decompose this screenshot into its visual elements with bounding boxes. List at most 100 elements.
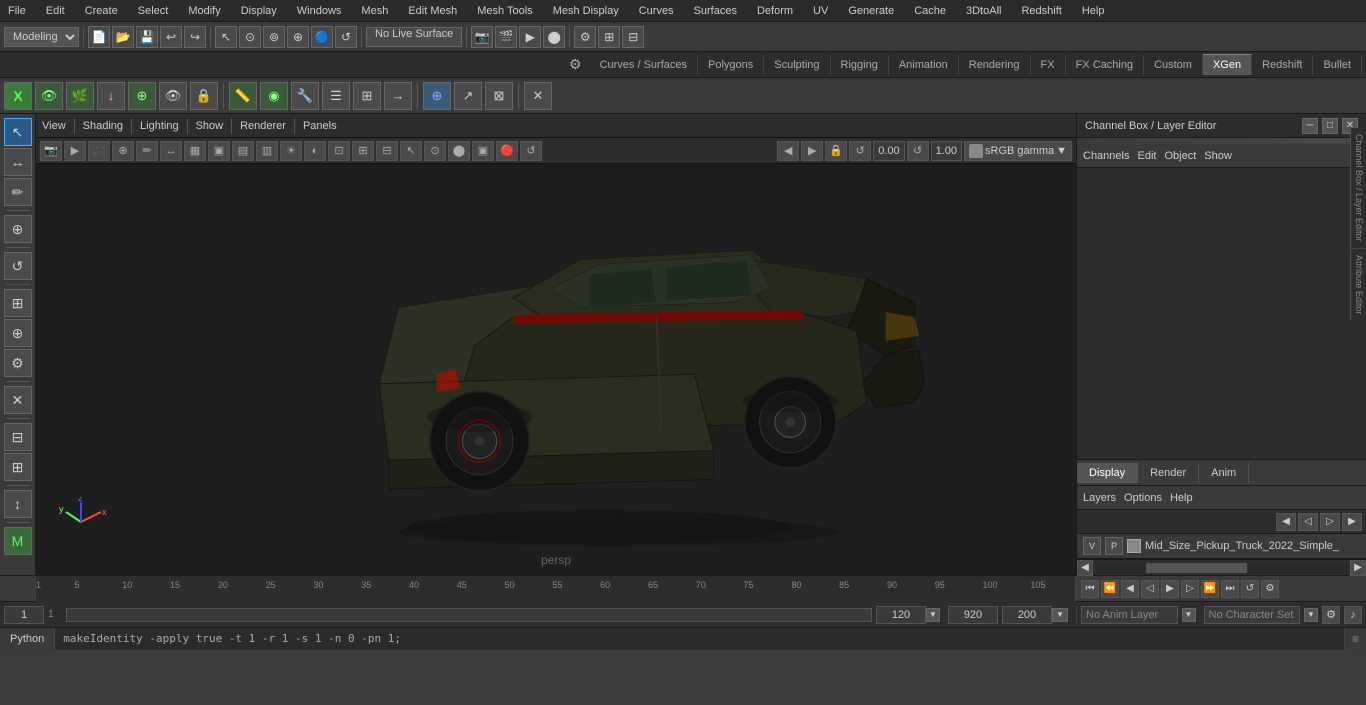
menu-cache[interactable]: Cache: [910, 3, 950, 19]
menu-file[interactable]: File: [4, 3, 30, 19]
dt-render-tab[interactable]: Render: [1138, 463, 1199, 483]
snap-btn[interactable]: ⊕: [287, 26, 309, 48]
viewport-menu-shading[interactable]: Shading: [83, 120, 123, 132]
tab-gear-icon[interactable]: ⚙: [561, 52, 590, 77]
viewport-menu-panels[interactable]: Panels: [303, 120, 337, 132]
workspace-select[interactable]: Modeling: [4, 27, 79, 47]
xgen-close-btn[interactable]: ✕: [524, 82, 552, 110]
bb-settings-btn[interactable]: ⚙: [1322, 606, 1340, 624]
tab-xgen[interactable]: XGen: [1203, 54, 1252, 75]
xgen-export-btn[interactable]: ↗: [454, 82, 482, 110]
arrow-btn[interactable]: ↕: [4, 490, 32, 518]
dt-anim-tab[interactable]: Anim: [1199, 463, 1249, 483]
layers-menu-help[interactable]: Help: [1170, 492, 1193, 504]
xgen-grid-btn[interactable]: ⊞: [353, 82, 381, 110]
vp-next-btn[interactable]: ▶: [801, 141, 823, 161]
grid2-btn[interactable]: ⊟: [4, 423, 32, 451]
select-tool-btn[interactable]: ↖: [215, 26, 237, 48]
tl-next-frame-btn[interactable]: ▷: [1181, 580, 1199, 598]
vp-cycle-btn[interactable]: ↺: [849, 141, 871, 161]
vp-video-btn[interactable]: ▶: [64, 141, 86, 161]
menu-mesh[interactable]: Mesh: [357, 3, 392, 19]
vp-select-btn[interactable]: ↖: [400, 141, 422, 161]
xgen-expand-btn[interactable]: ⊠: [485, 82, 513, 110]
xgen-plus-btn[interactable]: ⊕: [128, 82, 156, 110]
xgen-arrow-down-btn[interactable]: ↓: [97, 82, 125, 110]
timeline-range-end-input[interactable]: [1002, 606, 1052, 624]
select-tool-btn[interactable]: ↖: [4, 118, 32, 146]
vp-color-profile[interactable]: sRGB gamma ▼: [964, 141, 1072, 161]
tab-sculpting[interactable]: Sculpting: [764, 55, 830, 75]
tl-prev-key-btn[interactable]: ⏪: [1101, 580, 1119, 598]
paint-tool-btn[interactable]: ✏: [4, 178, 32, 206]
timeline-range-expand-btn[interactable]: ▼: [1052, 608, 1068, 622]
vp-anim-btn[interactable]: 🔴: [496, 141, 518, 161]
timeline-end2-input[interactable]: [948, 606, 998, 624]
tl-skip-end-btn[interactable]: ⏭: [1221, 580, 1239, 598]
menu-modify[interactable]: Modify: [184, 3, 224, 19]
render-btn[interactable]: 📷: [471, 26, 493, 48]
tab-rigging[interactable]: Rigging: [831, 55, 889, 75]
layout2-btn[interactable]: ⊟: [622, 26, 644, 48]
xgen-list-btn[interactable]: ☰: [322, 82, 350, 110]
live-surface-btn[interactable]: No Live Surface: [366, 27, 462, 47]
move-tool-btn[interactable]: ↔: [4, 148, 32, 176]
rp-maximize-btn[interactable]: □: [1322, 118, 1338, 134]
tl-loop-btn[interactable]: ↺: [1241, 580, 1259, 598]
layout-btn[interactable]: ⊞: [598, 26, 620, 48]
vp-xray-btn[interactable]: ⊡: [328, 141, 350, 161]
viewport-menu-view[interactable]: View: [42, 120, 66, 132]
plus2-btn[interactable]: ⊞: [4, 453, 32, 481]
layers-menu-options[interactable]: Options: [1124, 492, 1162, 504]
vp-shadow-btn[interactable]: ◐: [304, 141, 326, 161]
vp-sphere-btn[interactable]: ⬤: [448, 141, 470, 161]
menu-surfaces[interactable]: Surfaces: [690, 3, 741, 19]
rotate-btn[interactable]: ↺: [335, 26, 357, 48]
vp-move-btn[interactable]: ↔: [160, 141, 182, 161]
add-btn[interactable]: ⊕: [4, 215, 32, 243]
layers-menu-layers[interactable]: Layers: [1083, 492, 1116, 504]
rc-show[interactable]: Show: [1204, 150, 1232, 162]
viewport-menu-show[interactable]: Show: [196, 120, 224, 132]
xgen-x-btn[interactable]: X: [4, 82, 32, 110]
dt-display-tab[interactable]: Display: [1077, 463, 1138, 483]
save-scene-btn[interactable]: 💾: [136, 26, 158, 48]
vtab-attribute-editor[interactable]: Attribute Editor: [1351, 249, 1366, 321]
tab-custom[interactable]: Custom: [1144, 55, 1203, 75]
tab-bullet[interactable]: Bullet: [1313, 55, 1362, 75]
xgen-lock-btn[interactable]: 🔒: [190, 82, 218, 110]
vp-cam-btn[interactable]: 📷: [40, 141, 62, 161]
menu-edit-mesh[interactable]: Edit Mesh: [404, 3, 461, 19]
maya-btn[interactable]: M: [4, 527, 32, 555]
rc-edit[interactable]: Edit: [1137, 150, 1156, 162]
current-frame-input[interactable]: [4, 606, 44, 624]
vp-film-btn[interactable]: 🎥: [88, 141, 110, 161]
layer-prev-btn[interactable]: ◀: [1276, 513, 1296, 531]
menu-display[interactable]: Display: [237, 3, 281, 19]
tl-options-btn[interactable]: ⚙: [1261, 580, 1279, 598]
xgen-wrench-btn[interactable]: 🔧: [291, 82, 319, 110]
vp-light-btn[interactable]: ☀: [280, 141, 302, 161]
python-label[interactable]: Python: [0, 628, 55, 650]
plus-btn[interactable]: ⊕: [4, 319, 32, 347]
layer-next-btn[interactable]: ▷: [1320, 513, 1340, 531]
redo-btn[interactable]: ↪: [184, 26, 206, 48]
menu-mesh-display[interactable]: Mesh Display: [549, 3, 623, 19]
magnet-btn[interactable]: 🔵: [311, 26, 333, 48]
rp-minimize-btn[interactable]: ─: [1302, 118, 1318, 134]
settings-btn[interactable]: ⚙: [4, 349, 32, 377]
tl-next-key-btn[interactable]: ⏩: [1201, 580, 1219, 598]
vp-snap-btn[interactable]: ⊕: [112, 141, 134, 161]
layer-playback-btn[interactable]: P: [1105, 537, 1123, 555]
vp-cube-btn[interactable]: ▣: [472, 141, 494, 161]
tab-polygons[interactable]: Polygons: [698, 55, 764, 75]
viewport-menu-renderer[interactable]: Renderer: [240, 120, 286, 132]
viewport-3d[interactable]: x y z persp: [36, 164, 1076, 575]
vp-iso-btn[interactable]: ⊞: [352, 141, 374, 161]
options-btn[interactable]: ⚙: [574, 26, 596, 48]
vp-shaded-btn[interactable]: ▤: [232, 141, 254, 161]
layer-visibility-btn[interactable]: V: [1083, 537, 1101, 555]
tab-redshift[interactable]: Redshift: [1252, 55, 1313, 75]
vp-rot-icon[interactable]: ↺: [907, 141, 929, 161]
vp-grid-btn[interactable]: ▦: [184, 141, 206, 161]
